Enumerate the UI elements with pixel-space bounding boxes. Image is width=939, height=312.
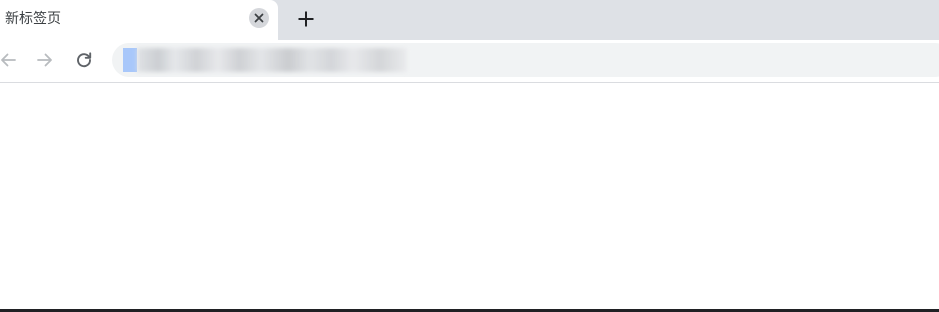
new-tab-button[interactable] [294,7,318,31]
tab-new-tab-page[interactable]: 新标签页 [0,0,278,40]
reload-button[interactable] [72,48,96,72]
arrow-left-icon [1,53,16,67]
address-bar[interactable] [112,43,939,77]
browser-window: 新标签页 [0,0,939,312]
url-text [123,48,407,72]
url-blurred [137,48,407,72]
close-icon[interactable] [249,8,269,28]
tab-title: 新标签页 [5,11,61,27]
tab-strip: 新标签页 [0,0,939,40]
page-content [0,83,939,309]
arrow-right-icon [37,53,52,67]
forward-button[interactable] [33,48,57,72]
reload-icon [77,52,92,68]
back-button[interactable] [0,48,20,72]
plus-icon [298,11,314,27]
navigation-toolbar [0,40,939,83]
url-selection-highlight [123,48,137,72]
